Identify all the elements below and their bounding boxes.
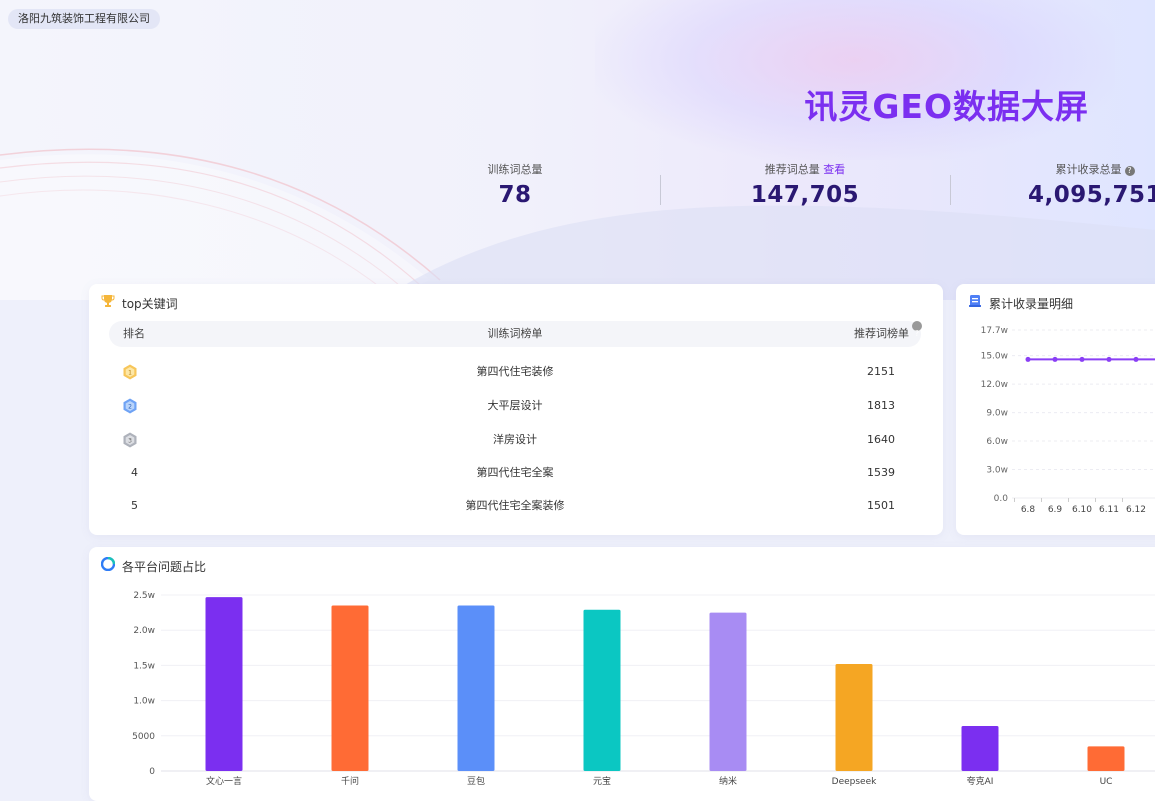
x-tick-label: 6.8 [1021, 505, 1036, 515]
y-tick-label: 0.0 [994, 494, 1009, 504]
keyword-count: 1501 [867, 499, 895, 512]
keyword-name: 第四代住宅装修 [476, 365, 554, 378]
company-chip[interactable]: 洛阳九筑装饰工程有限公司 [8, 9, 160, 29]
keyword-count: 2151 [867, 365, 895, 378]
table-row[interactable]: 5 第四代住宅全案装修 1501 [109, 492, 921, 520]
keyword-name: 大平层设计 [487, 399, 543, 412]
platform-bar-chart: 0 5000 1.0w 1.5w 2.0w 2.5w 文心一言 千问 豆包 元宝 纳米 Deepsee… [132, 591, 1155, 787]
document-icon [968, 294, 982, 314]
stat-training-words: 训练词总量 78 [370, 160, 660, 208]
view-link[interactable]: 查看 [823, 163, 845, 176]
table-row[interactable]: 4 第四代住宅全案 1539 [109, 459, 921, 487]
stat-label: 累计收录总量 [1055, 163, 1122, 176]
help-icon[interactable]: ? [912, 321, 922, 338]
table-row[interactable]: 1 第四代住宅装修 2151 [109, 358, 921, 386]
x-tick-label: 豆包 [467, 775, 485, 787]
stat-value: 78 [498, 182, 532, 208]
x-tick-label: 千问 [341, 775, 359, 787]
y-tick-label: 15.0w [981, 352, 1008, 362]
x-tick-label: 纳米 [719, 775, 737, 787]
y-tick-label: 2.5w [133, 591, 155, 601]
card-title: 累计收录量明细 [968, 294, 1073, 314]
bar [835, 663, 873, 771]
stat-value: 4,095,751 [1028, 182, 1155, 208]
keyword-count: 1813 [867, 399, 895, 412]
keyword-name: 第四代住宅全案 [476, 466, 554, 479]
bar [457, 605, 495, 771]
bar [331, 605, 369, 771]
x-tick-label: UC [1100, 777, 1113, 787]
bar [1087, 746, 1125, 771]
y-tick-label: 5000 [132, 732, 155, 742]
header-count: 推荐词榜单? [854, 321, 922, 347]
keyword-name: 第四代住宅全案装修 [465, 499, 565, 512]
x-tick-label: 6.12 [1126, 505, 1146, 515]
platform-share-card: 各平台问题占比 0 5000 1.0w 1.5w 2.0w 2.5w 文心一言 千问 豆包 元宝纳… [89, 547, 1155, 801]
page-title: 讯灵GEO数据大屏 [804, 87, 1089, 126]
trophy-icon [101, 294, 115, 314]
stat-recommend-words: 推荐词总量 查看 147,705 [660, 160, 950, 208]
stat-label: 推荐词总量 [764, 163, 820, 176]
stats-row: 训练词总量 78 推荐词总量 查看 147,705 累计收录总量? 4,095,… [370, 160, 1155, 220]
stat-label: 训练词总量 [487, 163, 543, 176]
keyword-count: 1640 [867, 433, 895, 446]
card-title: top关键词 [101, 294, 178, 314]
data-point [1133, 356, 1139, 362]
data-point [1052, 356, 1058, 362]
keyword-name: 洋房设计 [493, 433, 537, 446]
y-tick-label: 6.0w [986, 437, 1008, 447]
y-tick-label: 17.7w [981, 326, 1008, 336]
x-tick-label: 6.11 [1099, 505, 1119, 515]
y-tick-label: 12.0w [981, 380, 1008, 390]
x-tick-label: 文心一言 [206, 775, 242, 787]
accumulated-detail-card: 累计收录量明细 0.0 3.0w 6.0w 9.0w 12.0w 15.0w 17.7w 6.… [956, 284, 1155, 535]
x-tick-label: Deepseek [832, 777, 877, 787]
y-tick-label: 3.0w [986, 466, 1008, 476]
card-title-text: 累计收录量明细 [989, 297, 1074, 311]
y-tick-label: 9.0w [986, 409, 1008, 419]
x-tick-label: 元宝 [593, 775, 611, 787]
bar [709, 612, 747, 771]
y-tick-label: 1.5w [133, 661, 155, 671]
stat-value: 147,705 [750, 182, 860, 208]
header-name: 训练词榜单 [487, 327, 543, 340]
bar [961, 725, 999, 771]
accumulated-line-chart: 0.0 3.0w 6.0w 9.0w 12.0w 15.0w 17.7w 6.8 6.9 6.10… [981, 326, 1155, 515]
keyword-count: 1539 [867, 466, 895, 479]
bar [583, 609, 621, 771]
data-point [1025, 356, 1031, 362]
x-tick-label: 6.10 [1072, 505, 1092, 515]
x-tick-label: 夸克AI [967, 775, 994, 787]
table-row[interactable]: 3 洋房设计 1640 [109, 426, 921, 454]
help-icon[interactable]: ? [1124, 166, 1135, 176]
data-point [1079, 356, 1085, 362]
bar [205, 597, 243, 771]
table-row[interactable]: 2 大平层设计 1813 [109, 392, 921, 420]
keyword-table-header: 排名 训练词榜单 推荐词榜单? [109, 321, 922, 347]
top-keywords-card: top关键词 排名 训练词榜单 推荐词榜单? 1 第四代住宅装修 2151 2 … [89, 284, 943, 535]
y-tick-label: 1.0w [133, 697, 155, 707]
data-point [1106, 356, 1112, 362]
stat-accumulated: 累计收录总量? 4,095,751 [950, 160, 1155, 208]
x-tick-label: 6.9 [1048, 505, 1063, 515]
y-tick-label: 0 [149, 767, 155, 777]
y-tick-label: 2.0w [133, 626, 155, 636]
card-title-text: top关键词 [122, 297, 178, 311]
